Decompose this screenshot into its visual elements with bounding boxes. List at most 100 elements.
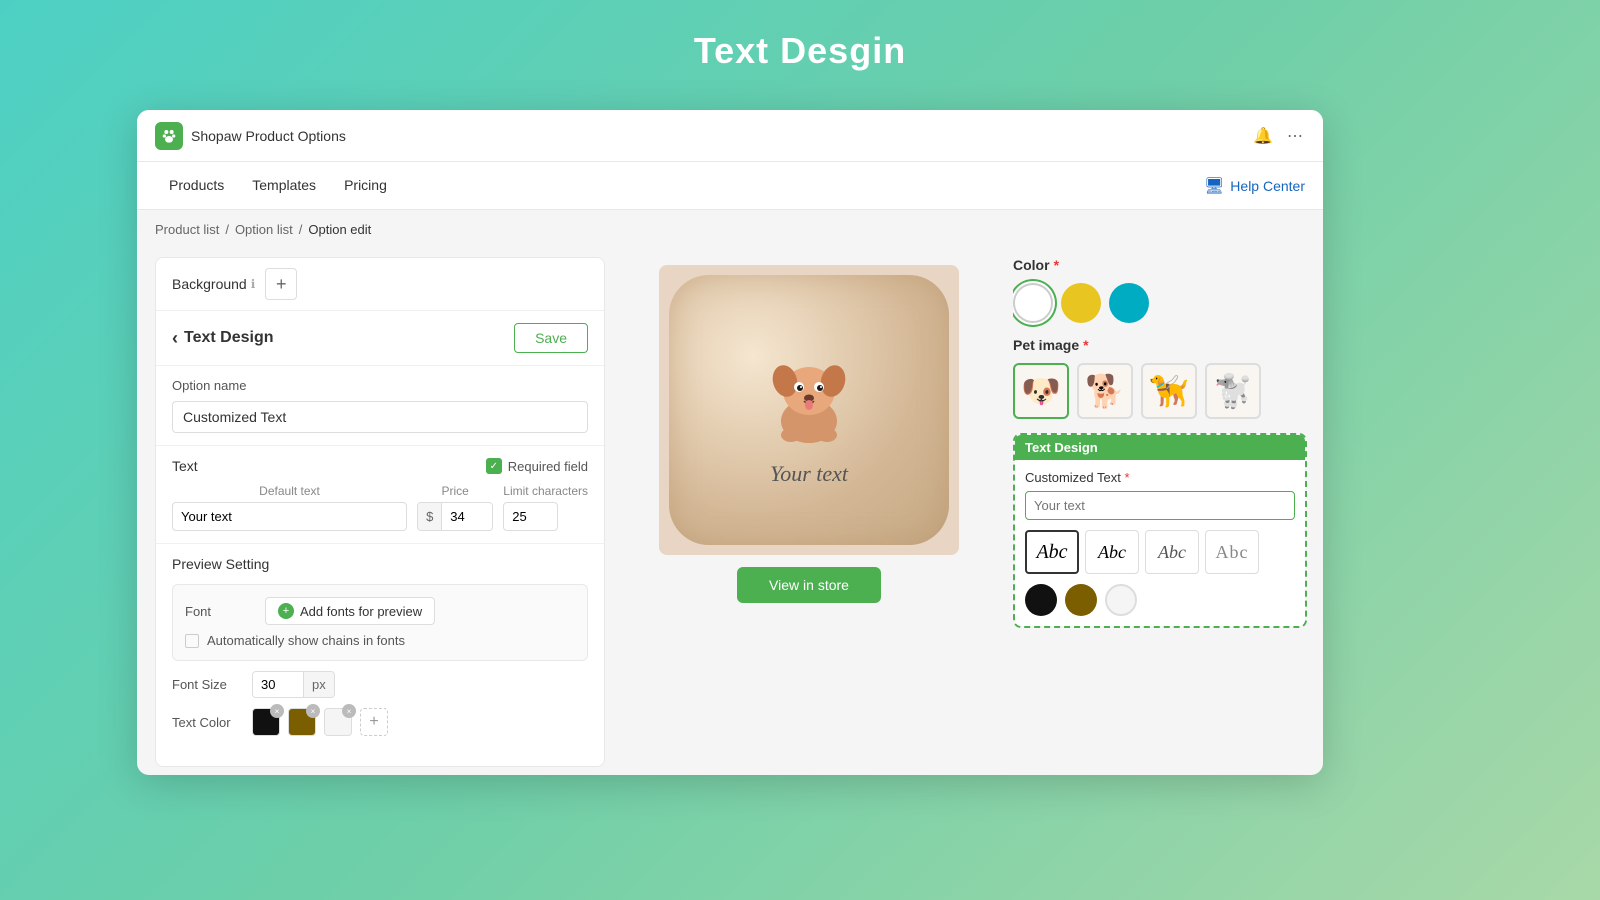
font-subsection: Font + Add fonts for preview Automatical… [172,584,588,661]
option-name-label: Option name [172,378,588,393]
background-section: Background ℹ + [156,258,604,311]
price-input[interactable] [442,503,492,530]
customized-text-label: Customized Text * [1025,470,1295,485]
pet-img-2[interactable]: 🐕 [1077,363,1133,419]
required-checkbox: ✓ [486,458,502,474]
swatch-white[interactable] [1105,584,1137,616]
breadcrumb-product-list[interactable]: Product list [155,222,219,237]
main-content: Background ℹ + ‹ Text Design Save Option… [137,249,1323,775]
nav-item-products[interactable]: Products [155,162,238,210]
help-center-link[interactable]: 🖥 Help Center [1204,176,1305,196]
auto-show-label: Automatically show chains in fonts [207,633,405,648]
pet-img-1[interactable]: 🐶 [1013,363,1069,419]
text-color-brown[interactable]: × [288,708,316,736]
nav-item-pricing[interactable]: Pricing [330,162,401,210]
text-section-header: Text ✓ Required field [172,458,588,474]
customized-text-input[interactable] [1025,491,1295,520]
color-options [1013,283,1307,323]
panel-header: ‹ Text Design Save [156,311,604,366]
breadcrumb-option-list[interactable]: Option list [235,222,293,237]
your-text-display: Your text [770,461,848,487]
top-bar-icons: 🔔 ⋯ [1253,126,1305,146]
view-in-store-button[interactable]: View in store [737,567,881,603]
pet-image-title: Pet image * [1013,337,1307,353]
font-size-label: Font Size [172,677,242,692]
add-fonts-button[interactable]: + Add fonts for preview [265,597,435,625]
text-design-card-header: Text Design [1015,435,1305,460]
text-section: Text ✓ Required field Default text Price [156,446,604,544]
add-color-button[interactable]: + [360,708,388,736]
auto-show-row[interactable]: Automatically show chains in fonts [185,633,575,648]
font-style-2[interactable]: Abc [1085,530,1139,574]
default-text-label: Default text [172,484,407,498]
preview-setting-section: Preview Setting Font + Add fonts for pre… [156,544,604,748]
font-style-options: Abc Abc Abc Abc [1025,530,1295,574]
text-design-card: Text Design Customized Text * Abc Abc [1013,433,1307,628]
limit-chars-group: Limit characters [503,484,588,531]
color-swatches: × × × + [252,708,388,736]
text-fields-row: Default text Price $ Limit characters [172,484,588,531]
font-size-input-wrap: px [252,671,335,698]
pet-image-required-dot: * [1083,337,1088,353]
panel-title: Text Design [184,329,274,347]
color-option-teal[interactable] [1109,283,1149,323]
back-button[interactable]: ‹ Text Design [172,328,514,349]
product-image: Your text [659,265,959,555]
price-wrapper: $ [417,502,493,531]
text-color-black[interactable]: × [252,708,280,736]
price-prefix: $ [418,503,442,530]
default-text-input[interactable] [172,502,407,531]
limit-chars-label: Limit characters [503,484,588,498]
help-center-label: Help Center [1230,178,1305,194]
pillow-background: Your text [669,275,949,545]
font-size-input[interactable] [253,672,303,697]
app-name: Shopaw Product Options [191,128,346,144]
limit-chars-input[interactable] [503,502,558,531]
color-dots-row [1025,584,1295,616]
background-info-icon: ℹ [251,277,256,291]
text-design-card-body: Customized Text * Abc Abc Abc [1015,460,1305,626]
color-option-white[interactable] [1013,283,1053,323]
top-bar: Shopaw Product Options 🔔 ⋯ [137,110,1323,162]
right-panel: Color * Pet image * 🐶 🐕 🦮 [1013,249,1323,775]
nav-bar: Products Templates Pricing 🖥 Help Center [137,162,1323,210]
font-style-3[interactable]: Abc [1145,530,1199,574]
breadcrumb-sep-2: / [299,222,303,237]
app-window: Shopaw Product Options 🔔 ⋯ Products Temp… [137,110,1323,775]
color-required-dot: * [1054,257,1059,273]
price-label: Price [417,484,493,498]
swatch-black[interactable] [1025,584,1057,616]
text-color-empty[interactable]: × [324,708,352,736]
breadcrumb-option-edit: Option edit [308,222,371,237]
option-name-section: Option name [156,366,604,446]
color-section: Color * [1013,257,1307,323]
nav-item-templates[interactable]: Templates [238,162,330,210]
background-add-button[interactable]: + [265,268,297,300]
font-style-1[interactable]: Abc [1025,530,1079,574]
swatch-brown[interactable] [1065,584,1097,616]
remove-color-3[interactable]: × [342,704,356,718]
price-group: Price $ [417,484,493,531]
option-name-input[interactable] [172,401,588,433]
page-title: Text Desgin [694,30,906,72]
more-icon[interactable]: ⋯ [1285,126,1305,146]
required-field-label: Required field [508,459,588,474]
save-button[interactable]: Save [514,323,588,353]
customized-text-required: * [1124,470,1129,485]
bell-icon[interactable]: 🔔 [1253,126,1273,146]
pet-images: 🐶 🐕 🦮 🐩 [1013,363,1307,419]
remove-color-2[interactable]: × [306,704,320,718]
font-size-row: Font Size px [172,671,588,698]
font-label: Font [185,604,255,619]
font-style-4[interactable]: Abc [1205,530,1259,574]
pet-img-4[interactable]: 🐩 [1205,363,1261,419]
font-row: Font + Add fonts for preview [185,597,575,625]
text-section-title: Text [172,458,198,474]
color-option-yellow[interactable] [1061,283,1101,323]
remove-color-1[interactable]: × [270,704,284,718]
auto-show-checkbox[interactable] [185,634,199,648]
pet-img-3[interactable]: 🦮 [1141,363,1197,419]
default-text-group: Default text [172,484,407,531]
center-panel: Your text View in store [605,249,1013,775]
required-field-toggle[interactable]: ✓ Required field [486,458,588,474]
